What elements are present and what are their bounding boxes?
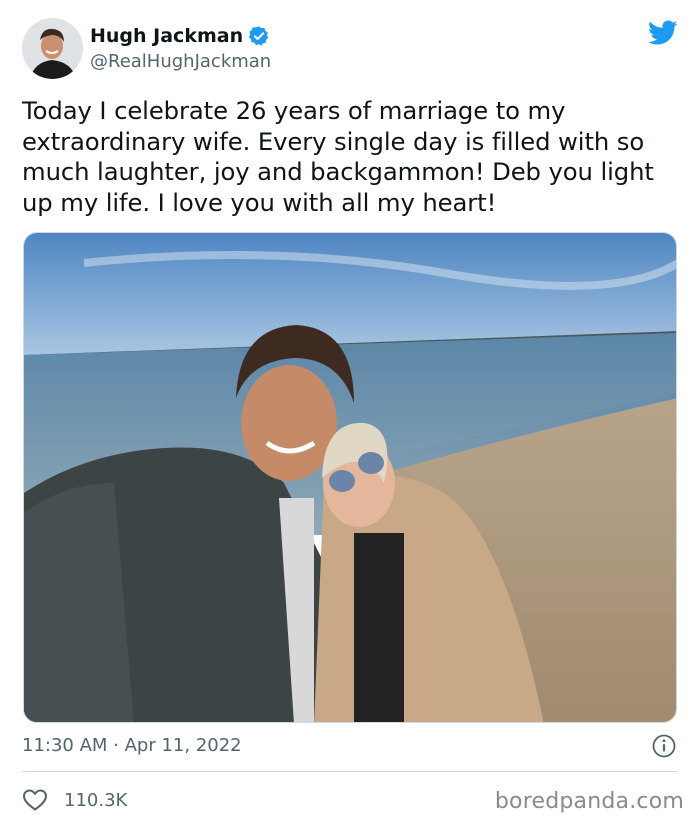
likes-row: 110.3K: [22, 787, 127, 813]
twitter-bird-icon[interactable]: [648, 20, 678, 46]
divider: [22, 771, 678, 772]
verified-badge-icon: [248, 25, 270, 47]
avatar[interactable]: [22, 18, 83, 79]
author-name[interactable]: Hugh Jackman: [90, 25, 243, 47]
likes-count[interactable]: 110.3K: [64, 790, 127, 811]
tweet-text: Today I celebrate 26 years of marriage t…: [22, 96, 654, 217]
author-handle[interactable]: @RealHughJackman: [90, 51, 271, 72]
heart-icon[interactable]: [22, 788, 48, 812]
tweet-timestamp[interactable]: 11:30 AM · Apr 11, 2022: [22, 735, 242, 756]
tweet-header: Hugh Jackman @RealHughJackman: [22, 18, 678, 80]
info-icon[interactable]: [652, 734, 676, 758]
tweet-photo[interactable]: [23, 232, 677, 723]
tweet-meta-row: 11:30 AM · Apr 11, 2022: [22, 734, 678, 760]
watermark: boredpanda.com: [494, 789, 684, 814]
author-name-row: Hugh Jackman: [90, 24, 270, 48]
